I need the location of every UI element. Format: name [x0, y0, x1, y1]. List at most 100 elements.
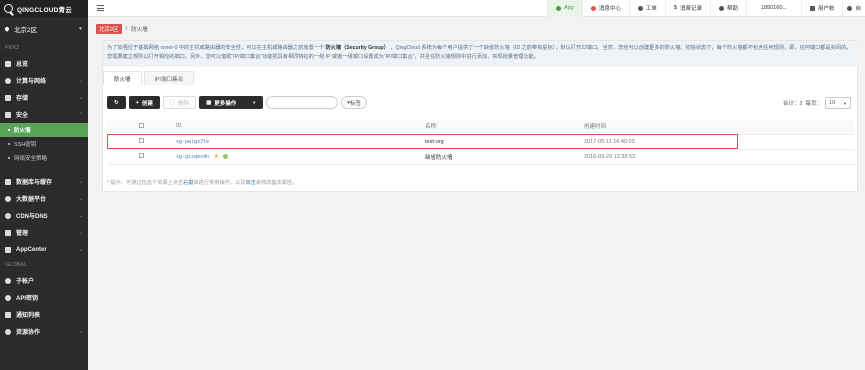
top-more-button[interactable]: 自	[842, 0, 865, 17]
pagination: 合计：2 每页： 10 ▼	[783, 97, 851, 109]
top-tickets-button[interactable]: 工单	[628, 0, 665, 17]
row-check-cell	[107, 149, 176, 165]
refresh-icon: ↻	[114, 99, 119, 106]
top-help-label: 帮助	[726, 6, 738, 12]
cdn-icon	[5, 212, 11, 219]
row-check-cell	[107, 134, 176, 150]
chevron-down-icon: ⌄	[78, 212, 83, 219]
sidebar: QINGCLOUD青云 北京2区 ▼ PEK2 总览 计算与网络 ⌄ 存储 ⌄ …	[0, 0, 88, 370]
sidebar-item-api-keys[interactable]: API密钥	[0, 289, 88, 306]
grid-icon	[5, 60, 11, 67]
firewall-id-link[interactable]: sg-pwlgz7te	[176, 139, 209, 145]
bullet-icon	[8, 129, 10, 131]
row-created: 2016-03-29 12:38:53	[584, 149, 855, 165]
appcenter-icon	[5, 246, 11, 253]
table-row[interactable]: sg-pwlgz7te test-org 2017-05-11 16:40:03	[107, 134, 855, 150]
tab-ip-port-sets[interactable]: IP/端口集合	[143, 71, 195, 85]
create-button[interactable]: + 创建	[128, 96, 160, 109]
sidebar-sub-label: 防火墙	[14, 128, 31, 134]
notice-text-before: 为了加强位于基础网络 vxnet-0 中的主机或路由器的安全性，可以在主机或路由…	[107, 45, 325, 51]
top-user-phone-label: 1850160...	[760, 5, 787, 11]
breadcrumb-current: 防火墙	[131, 27, 148, 33]
grid-icon: ▦	[206, 99, 212, 106]
sidebar-item-overview[interactable]: 总览	[0, 55, 88, 72]
region-selector[interactable]: 北京2区 ▼	[0, 17, 88, 41]
qingcloud-logo-icon	[4, 4, 13, 13]
tag-label: 标签	[349, 100, 361, 107]
breadcrumb: 北京2区 / 防火墙	[96, 24, 148, 34]
hint-double-click: 双击	[245, 180, 256, 186]
top-bar: App 消息中心 工单 $ 消费记录 帮助 1850160... 用户帐 自	[88, 0, 865, 17]
sidebar-item-notifications[interactable]: 通知列表	[0, 306, 88, 323]
table-header-row: ID 名称 创建时间	[107, 119, 855, 135]
page-size-select[interactable]: 10 ▼	[825, 97, 851, 109]
brand-name: QINGCLOUD青云	[17, 6, 72, 14]
search-input[interactable]	[266, 96, 339, 109]
top-app-button[interactable]: App	[547, 0, 582, 17]
top-user-phone[interactable]: 1850160...	[745, 0, 801, 17]
col-created[interactable]: 创建时间	[584, 119, 855, 135]
top-tickets-label: 工单	[645, 6, 657, 12]
sidebar-sub-network-policy[interactable]: 网络安全策略	[0, 151, 88, 165]
sidebar-sub-firewall[interactable]: 防火墙	[0, 123, 88, 137]
bigdata-icon	[5, 195, 11, 202]
sidebar-item-label: 资源协作	[16, 330, 41, 336]
menu-toggle-icon[interactable]	[97, 5, 104, 11]
hint-text: 来进行常用操作，以及	[193, 180, 246, 186]
delete-button[interactable]: ▢ 删除	[162, 96, 197, 109]
tag-filter-button[interactable]: ▾ 标签	[341, 96, 367, 109]
sidebar-sub-ssh-keys[interactable]: SSH密钥	[0, 137, 88, 151]
col-id[interactable]: ID	[176, 119, 425, 135]
sidebar-item-label: 存储	[16, 96, 29, 102]
sidebar-item-security[interactable]: 安全 ⌃	[0, 106, 88, 123]
row-checkbox[interactable]	[139, 153, 144, 158]
col-name[interactable]: 名称	[425, 119, 584, 135]
location-pin-icon	[4, 26, 10, 32]
top-account-button[interactable]: 用户帐	[800, 0, 843, 17]
sidebar-item-appcenter[interactable]: AppCenter ⌄	[0, 241, 88, 258]
firewall-id-link[interactable]: sg-gisqex4n	[176, 154, 209, 160]
sidebar-item-resource-share[interactable]: 资源协作 ⌄	[0, 323, 88, 340]
sidebar-item-manage[interactable]: 管理 ⌄	[0, 224, 88, 241]
flag-icon	[5, 229, 11, 236]
chevron-down-icon: ⌄	[78, 328, 83, 335]
sidebar-item-storage[interactable]: 存储 ⌄	[0, 89, 88, 106]
top-billing-label: 消费记录	[679, 6, 702, 12]
more-actions-dropdown[interactable]: ▦ 更多操作 ▼	[199, 96, 264, 109]
refresh-button[interactable]: ↻	[107, 96, 126, 109]
sidebar-item-subaccounts[interactable]: 子帐户	[0, 272, 88, 289]
top-help-button[interactable]: 帮助	[709, 0, 746, 17]
total-count: 合计：2	[782, 101, 803, 107]
top-messages-button[interactable]: 消息中心	[581, 0, 629, 17]
network-icon	[5, 77, 11, 84]
chevron-down-icon: ⌄	[78, 246, 83, 253]
row-checkbox[interactable]	[139, 138, 144, 143]
chevron-down-icon: ⌄	[78, 195, 83, 202]
tab-firewall[interactable]: 防火墙	[103, 71, 142, 85]
sidebar-item-label: 计算与网络	[16, 79, 47, 85]
dollar-icon: $	[673, 5, 677, 11]
table-row[interactable]: sg-gisqex4n ★ 缺省防火墙 2016-03-29 12:38:53	[107, 149, 855, 165]
top-more-label: 自	[855, 6, 861, 12]
help-icon	[718, 5, 724, 11]
row-created: 2017-05-11 16:40:03	[584, 134, 855, 150]
brand-logo[interactable]: QINGCLOUD青云	[0, 0, 88, 17]
sidebar-item-bigdata[interactable]: 大数据平台 ⌄	[0, 190, 88, 207]
top-billing-button[interactable]: $ 消费记录	[664, 0, 710, 17]
select-all-checkbox[interactable]	[139, 122, 144, 128]
share-icon	[5, 328, 11, 335]
zone-section-label: PEK2	[5, 45, 20, 51]
breadcrumb-zone[interactable]: 北京2区	[96, 24, 122, 34]
tabs: 防火墙 IP/端口集合	[103, 71, 196, 85]
sidebar-item-label: AppCenter	[16, 246, 47, 253]
wrench-icon	[637, 5, 643, 11]
sidebar-sub-label: 网络安全策略	[14, 156, 48, 162]
hint-text: * 提示：可通过任选个资源上点击	[107, 180, 184, 186]
chevron-down-icon: ▼	[78, 26, 83, 32]
sidebar-item-database[interactable]: 数据库与缓存 ⌄	[0, 173, 88, 190]
delete-label: 删除	[178, 100, 190, 107]
create-label: 创建	[141, 100, 153, 107]
sidebar-item-cdn-dns[interactable]: CDN与DNS ⌄	[0, 207, 88, 224]
chevron-down-icon: ⌄	[78, 178, 83, 185]
sidebar-item-compute-network[interactable]: 计算与网络 ⌄	[0, 72, 88, 89]
